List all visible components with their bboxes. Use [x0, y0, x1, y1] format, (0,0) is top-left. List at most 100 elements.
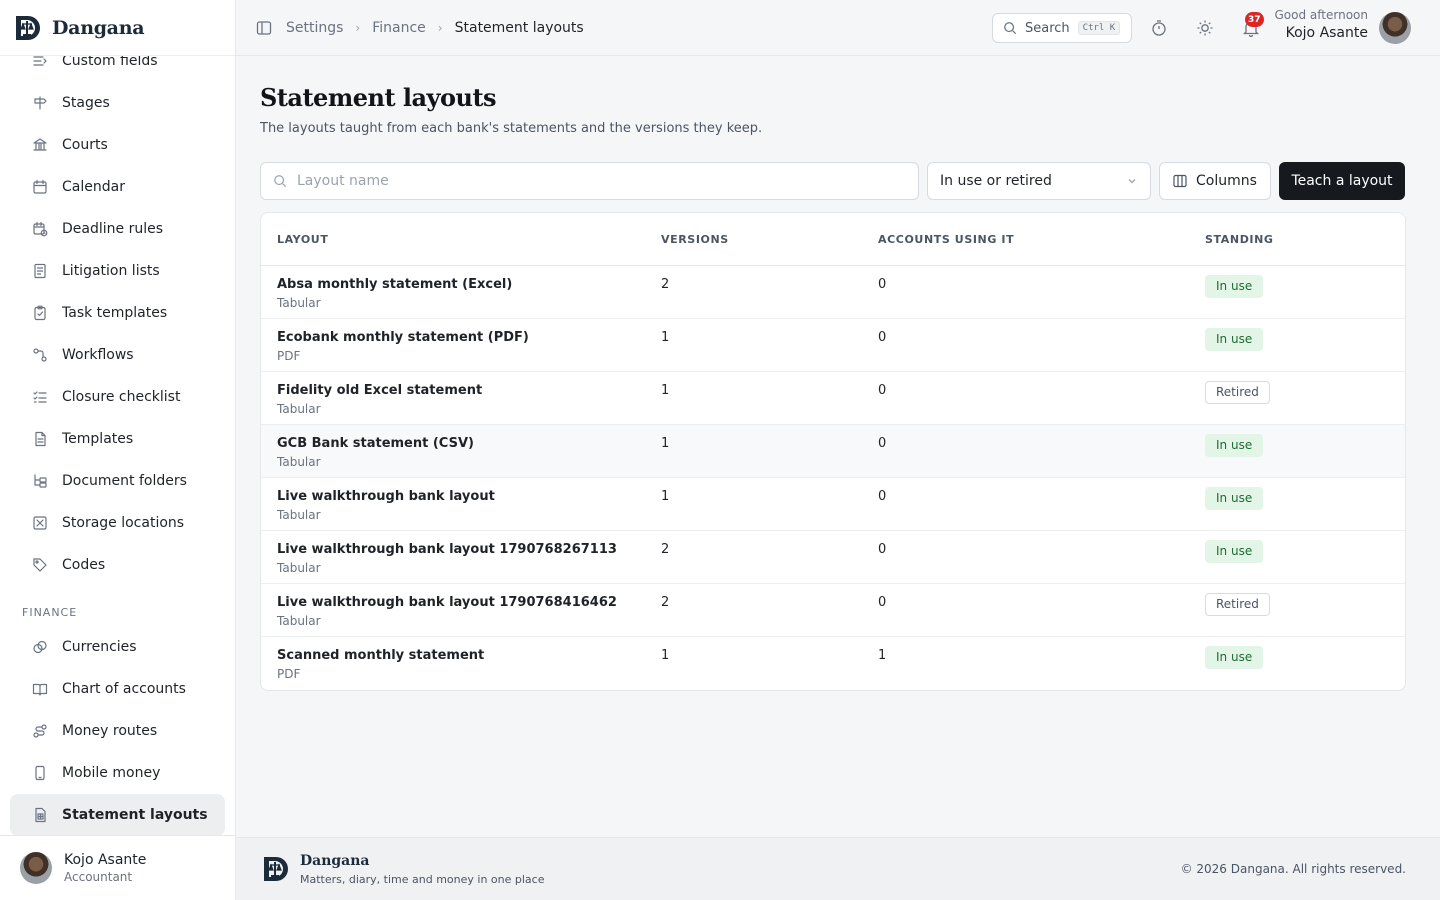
search-shortcut: Ctrl K [1077, 21, 1121, 35]
layout-cell: Live walkthrough bank layout Tabular [261, 478, 661, 530]
accounts-cell: 0 [878, 383, 887, 398]
coins-icon [32, 639, 48, 655]
sidebar-item-litigation-lists[interactable]: Litigation lists [10, 250, 225, 292]
status-badge: In use [1205, 540, 1264, 563]
avatar[interactable] [1379, 12, 1411, 44]
columns-button[interactable]: Columns [1159, 162, 1271, 200]
standing-cell: In use [1205, 266, 1405, 318]
route-icon [32, 723, 48, 739]
sidebar-item-chart-of-accounts[interactable]: Chart of accounts [10, 668, 225, 710]
standing-cell: In use [1205, 425, 1405, 477]
sidebar-item-calendar[interactable]: Calendar [10, 166, 225, 208]
table-row[interactable]: GCB Bank statement (CSV) Tabular 1 0 In use [261, 425, 1405, 478]
layout-name[interactable]: Ecobank monthly statement (PDF) [277, 330, 661, 345]
status-badge: In use [1205, 275, 1264, 298]
sidebar-item-task-templates[interactable]: Task templates [10, 292, 225, 334]
layout-name[interactable]: Scanned monthly statement [277, 648, 661, 663]
copyright: © 2026 Dangana. All rights reserved. [1180, 862, 1406, 876]
table-row[interactable]: Live walkthrough bank layout 17907684164… [261, 584, 1405, 637]
sidebar-toggle-icon[interactable] [256, 20, 272, 36]
file-spreadsheet-icon [32, 807, 48, 823]
layout-name[interactable]: Live walkthrough bank layout 17907684164… [277, 595, 661, 610]
sidebar-item-label: Calendar [62, 179, 125, 195]
table-row[interactable]: Absa monthly statement (Excel) Tabular 2 0 I… [261, 266, 1405, 319]
layout-name-filter[interactable] [260, 162, 919, 200]
sidebar-item-label: Codes [62, 557, 106, 573]
sidebar-item-templates[interactable]: Templates [10, 418, 225, 460]
timer-icon[interactable] [1150, 19, 1168, 37]
standing-filter-select[interactable]: In use or retired [927, 162, 1151, 200]
layout-name[interactable]: Fidelity old Excel statement [277, 383, 661, 398]
sidebar-item-document-folders[interactable]: Document folders [10, 460, 225, 502]
topbar: Settings › Finance › Statement layouts S… [236, 0, 1440, 56]
accounts-cell: 0 [878, 277, 887, 292]
sidebar-item-courts[interactable]: Courts [10, 124, 225, 166]
breadcrumb-current: Statement layouts [454, 19, 584, 36]
column-header-accounts[interactable]: ACCOUNTS USING IT [878, 233, 1205, 246]
search-button[interactable]: Search Ctrl K [992, 13, 1132, 43]
layout-name-input[interactable] [297, 173, 877, 189]
sidebar-user[interactable]: Kojo Asante Accountant [0, 835, 235, 900]
status-badge: In use [1205, 646, 1264, 669]
teach-layout-button[interactable]: Teach a layout [1279, 162, 1405, 200]
sidebar-item-codes[interactable]: Codes [10, 544, 225, 586]
courthouse-icon [32, 137, 48, 153]
page-title: Statement layouts [260, 83, 497, 112]
sidebar-item-workflows[interactable]: Workflows [10, 334, 225, 376]
layout-kind: Tabular [277, 455, 321, 469]
brand-name: Dangana [52, 16, 145, 39]
sidebar-item-label: Storage locations [62, 515, 185, 531]
layout-kind: Tabular [277, 402, 321, 416]
table-row[interactable]: Live walkthrough bank layout Tabular 1 0 In … [261, 478, 1405, 531]
status-badge: In use [1205, 328, 1264, 351]
column-header-standing[interactable]: STANDING [1205, 233, 1405, 246]
table-row[interactable]: Ecobank monthly statement (PDF) PDF 1 0 In u… [261, 319, 1405, 372]
archive-box-icon [32, 515, 48, 531]
layout-kind: Tabular [277, 561, 321, 575]
sidebar-item-storage-locations[interactable]: Storage locations [10, 502, 225, 544]
sidebar-item-closure-checklist[interactable]: Closure checklist [10, 376, 225, 418]
column-header-layout[interactable]: LAYOUT [261, 233, 661, 246]
sidebar-item-statement-layouts[interactable]: Statement layouts [10, 794, 225, 835]
table-row[interactable]: Live walkthrough bank layout 17907682671… [261, 531, 1405, 584]
layout-cell: GCB Bank statement (CSV) Tabular [261, 425, 661, 477]
sidebar-section-finance: FINANCE [22, 606, 78, 619]
layout-cell: Live walkthrough bank layout 17907684164… [261, 584, 661, 636]
breadcrumb-settings[interactable]: Settings [286, 20, 343, 36]
sun-icon[interactable] [1196, 19, 1214, 37]
sidebar-item-mobile-money[interactable]: Mobile money [10, 752, 225, 794]
greeting-text: Good afternoon [1274, 8, 1369, 22]
layout-name[interactable]: Absa monthly statement (Excel) [277, 277, 661, 292]
book-open-icon [32, 681, 48, 697]
table-row[interactable]: Fidelity old Excel statement Tabular 1 0 Ret… [261, 372, 1405, 425]
layout-cell: Ecobank monthly statement (PDF) PDF [261, 319, 661, 371]
sidebar-item-money-routes[interactable]: Money routes [10, 710, 225, 752]
brand[interactable]: Dangana [0, 0, 235, 56]
layout-name[interactable]: Live walkthrough bank layout 17907682671… [277, 542, 661, 557]
sidebar-item-label: Courts [62, 137, 108, 153]
columns-icon [1173, 174, 1187, 188]
sidebar-item-currencies[interactable]: Currencies [10, 626, 225, 668]
sidebar-item-label: Closure checklist [62, 389, 181, 405]
layout-kind: PDF [277, 667, 301, 681]
sidebar-user-role: Accountant [64, 870, 133, 884]
versions-cell: 2 [661, 277, 670, 292]
dangana-logo-icon [264, 857, 288, 881]
layout-name[interactable]: GCB Bank statement (CSV) [277, 436, 661, 451]
standing-cell: In use [1205, 478, 1405, 530]
file-template-icon [32, 431, 48, 447]
table-row[interactable]: Scanned monthly statement PDF 1 1 In use [261, 637, 1405, 690]
versions-cell: 1 [661, 383, 670, 398]
breadcrumb-finance[interactable]: Finance [372, 20, 426, 36]
sidebar-item-deadline-rules[interactable]: Deadline rules [10, 208, 225, 250]
smartphone-icon [32, 765, 48, 781]
standing-cell: Retired [1205, 584, 1405, 636]
column-header-versions[interactable]: VERSIONS [661, 233, 878, 246]
sidebar-item-label: Money routes [62, 723, 158, 739]
sidebar-item-label: Workflows [62, 347, 134, 363]
chevron-down-icon [1126, 175, 1138, 187]
layout-name[interactable]: Live walkthrough bank layout [277, 489, 661, 504]
columns-button-label: Columns [1196, 173, 1257, 189]
sidebar-item-stages[interactable]: Stages [10, 82, 225, 124]
dangana-logo-icon [16, 15, 40, 40]
